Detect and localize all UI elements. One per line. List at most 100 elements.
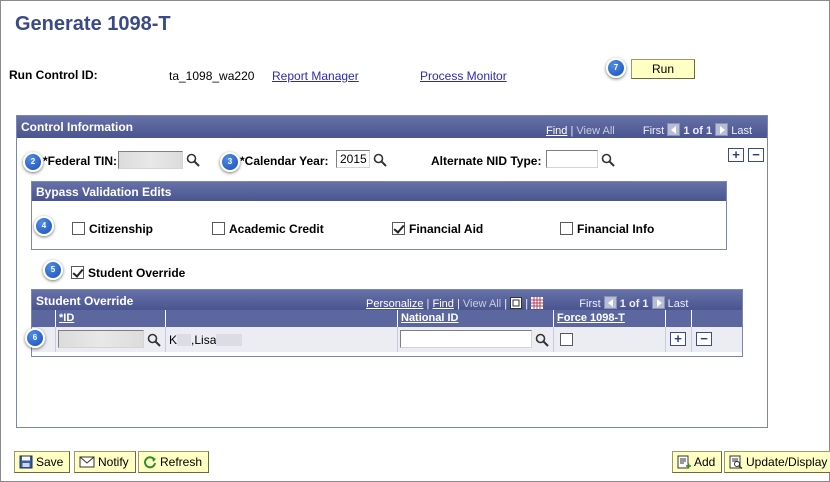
financial-aid-checkbox[interactable]: Financial Aid — [392, 222, 483, 236]
financial-aid-label: Financial Aid — [409, 222, 484, 236]
force-1098t-cell — [554, 327, 666, 352]
process-monitor-link[interactable]: Process Monitor — [420, 69, 507, 83]
student-override-grid-title: Student Override — [36, 294, 134, 308]
nav-separator: | — [426, 298, 430, 310]
refresh-button[interactable]: Refresh — [138, 451, 210, 473]
academic-credit-checkbox-box[interactable] — [212, 222, 225, 235]
student-override-label: Student Override — [88, 266, 186, 280]
window-frame: Generate 1098-T Run Control ID: ta_1098_… — [0, 0, 830, 482]
prev-arrow-icon[interactable] — [667, 123, 681, 136]
grid-last-label: Last — [667, 298, 689, 310]
student-override-grid-header: Student Override Personalize | Find | Vi… — [32, 290, 742, 310]
grid-row-count: 1 of 1 — [619, 298, 649, 310]
national-id-lookup-icon[interactable] — [535, 333, 549, 347]
name-column-header — [166, 310, 398, 327]
student-override-checkbox-box[interactable] — [71, 266, 84, 279]
financial-info-label: Financial Info — [577, 222, 655, 236]
control-info-add-row-button[interactable]: + — [728, 148, 744, 162]
save-icon — [19, 455, 33, 469]
control-info-nav: Find | View All First 1 of 1 Last — [546, 123, 752, 137]
refresh-icon — [144, 456, 156, 469]
nav-separator: | — [525, 298, 529, 310]
student-id-input[interactable] — [58, 330, 144, 348]
federal-tin-lookup-icon[interactable] — [186, 153, 200, 167]
run-control-value: ta_1098_wa220 — [169, 69, 255, 83]
nav-separator: | — [570, 125, 574, 137]
grid-find-link[interactable]: Find — [432, 298, 453, 310]
bypass-validation-panel: Bypass Validation Edits 4 Citizenship Ac… — [31, 181, 727, 250]
next-arrow-icon[interactable] — [715, 123, 729, 136]
row-count: 1 of 1 — [683, 125, 713, 137]
citizenship-label: Citizenship — [89, 222, 154, 236]
callout-6: 6 — [25, 328, 45, 348]
nav-separator: | — [504, 298, 508, 310]
financial-aid-checkbox-box[interactable] — [392, 222, 405, 235]
update-display-label: Update/Display — [746, 455, 828, 469]
student-override-nav: Personalize | Find | View All | | First … — [366, 296, 688, 310]
control-information-header: Control Information Find | View All Firs… — [17, 116, 767, 138]
callout-7: 7 — [606, 58, 626, 78]
calendar-year-input[interactable]: 2015 — [336, 150, 370, 168]
notify-button[interactable]: Notify — [74, 451, 136, 473]
national-id-cell — [398, 327, 554, 352]
row-number-column-header — [32, 310, 56, 327]
delete-column-header — [692, 310, 742, 327]
force-1098t-column-header[interactable]: Force 1098-T — [554, 310, 666, 327]
federal-tin-label: *Federal TIN: — [43, 154, 118, 168]
id-column-header[interactable]: *ID — [56, 310, 166, 327]
control-info-delete-row-button[interactable]: − — [748, 148, 764, 162]
alternate-nid-input[interactable] — [546, 150, 598, 168]
citizenship-checkbox[interactable]: Citizenship — [72, 222, 153, 236]
federal-tin-input[interactable] — [118, 151, 183, 169]
grid-next-arrow-icon[interactable] — [651, 296, 665, 309]
grid-prev-arrow-icon[interactable] — [603, 296, 617, 309]
student-override-checkbox[interactable]: Student Override — [71, 266, 185, 280]
add-icon — [677, 455, 691, 469]
name-cell: K ,Lisa — [166, 327, 398, 352]
student-override-grid: Student Override Personalize | Find | Vi… — [31, 289, 743, 357]
page-title: Generate 1098-T — [15, 13, 171, 35]
add-button[interactable]: Add — [672, 451, 723, 473]
report-manager-link[interactable]: Report Manager — [272, 69, 359, 83]
force-1098t-checkbox[interactable] — [560, 333, 573, 346]
financial-info-checkbox-box[interactable] — [560, 222, 573, 235]
grid-first-label: First — [579, 298, 601, 310]
callout-5: 5 — [43, 260, 63, 280]
control-information-panel: Control Information Find | View All Firs… — [16, 115, 768, 428]
grid-view-all-link: View All — [462, 298, 502, 310]
download-excel-icon[interactable] — [531, 297, 544, 309]
financial-info-checkbox[interactable]: Financial Info — [560, 222, 654, 236]
national-id-column-header[interactable]: National ID — [398, 310, 554, 327]
academic-credit-checkbox[interactable]: Academic Credit — [212, 222, 324, 236]
alternate-nid-lookup-icon[interactable] — [601, 153, 615, 167]
run-button[interactable]: Run — [631, 59, 695, 79]
bypass-validation-title: Bypass Validation Edits — [32, 182, 726, 201]
calendar-year-lookup-icon[interactable] — [373, 153, 387, 167]
add-column-header — [666, 310, 692, 327]
notify-icon — [79, 456, 95, 468]
save-label: Save — [36, 455, 64, 469]
student-id-lookup-icon[interactable] — [147, 333, 161, 347]
academic-credit-label: Academic Credit — [229, 222, 324, 236]
alternate-nid-label: Alternate NID Type: — [431, 154, 542, 168]
national-id-input[interactable] — [400, 330, 532, 348]
save-button[interactable]: Save — [14, 451, 71, 473]
notify-label: Notify — [98, 455, 129, 469]
refresh-label: Refresh — [160, 455, 203, 469]
grid-delete-row-button[interactable]: − — [696, 332, 712, 346]
view-all-link: View All — [576, 125, 615, 137]
first-label: First — [642, 125, 665, 137]
update-display-button[interactable]: Update/Display — [724, 451, 830, 473]
find-link[interactable]: Find — [546, 125, 567, 137]
grid-add-row-button[interactable]: + — [670, 332, 686, 346]
calendar-year-label: *Calendar Year: — [240, 154, 329, 168]
callout-4: 4 — [34, 216, 54, 236]
control-information-title: Control Information — [21, 120, 133, 134]
citizenship-checkbox-box[interactable] — [72, 222, 85, 235]
add-row-cell: + — [666, 327, 692, 352]
zoom-grid-icon[interactable] — [510, 297, 523, 309]
delete-row-cell: − — [692, 327, 742, 352]
personalize-link[interactable]: Personalize — [366, 298, 423, 310]
run-control-label: Run Control ID: — [9, 68, 98, 82]
student-name: K ,Lisa — [169, 333, 243, 347]
